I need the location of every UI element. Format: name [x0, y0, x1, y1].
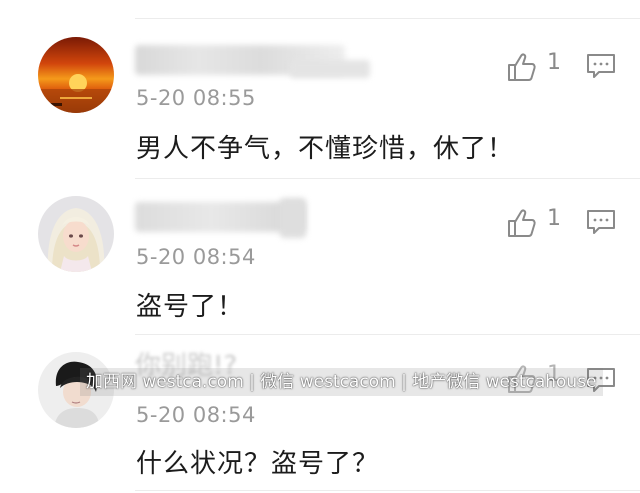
comment-divider — [135, 490, 640, 491]
comment-icon — [587, 54, 615, 78]
comment-divider — [135, 178, 640, 179]
avatar[interactable] — [38, 196, 114, 272]
reply-button[interactable] — [586, 208, 618, 238]
avatar[interactable] — [38, 37, 114, 113]
watermark: 加西网 westca.com | 微信 westcacom | 地产微信 wes… — [80, 368, 603, 396]
like-button[interactable]: 1 — [506, 206, 568, 240]
reply-button[interactable] — [586, 52, 618, 82]
comment-divider — [135, 334, 640, 335]
comment-timestamp: 5-20 08:54 — [136, 245, 256, 269]
like-button[interactable]: 1 — [506, 50, 568, 84]
comment-text: 盗号了！ — [136, 292, 245, 322]
comment-icon — [587, 210, 615, 234]
comment-text: 男人不争气，不懂珍惜，休了！ — [136, 134, 515, 164]
top-divider — [135, 18, 640, 19]
like-count: 1 — [547, 50, 561, 75]
comment-timestamp: 5-20 08:55 — [136, 86, 256, 110]
girl-avatar-image — [38, 196, 114, 272]
sunset-avatar-image — [38, 37, 114, 113]
username-redacted-extra — [290, 60, 370, 78]
thumbs-up-icon — [508, 209, 536, 237]
like-count: 1 — [547, 206, 561, 231]
username-redacted-extra — [280, 198, 306, 238]
comment-text: 什么状况？盗号了？ — [136, 449, 380, 479]
comment-timestamp: 5-20 08:54 — [136, 403, 256, 427]
thumbs-up-icon — [508, 53, 536, 81]
